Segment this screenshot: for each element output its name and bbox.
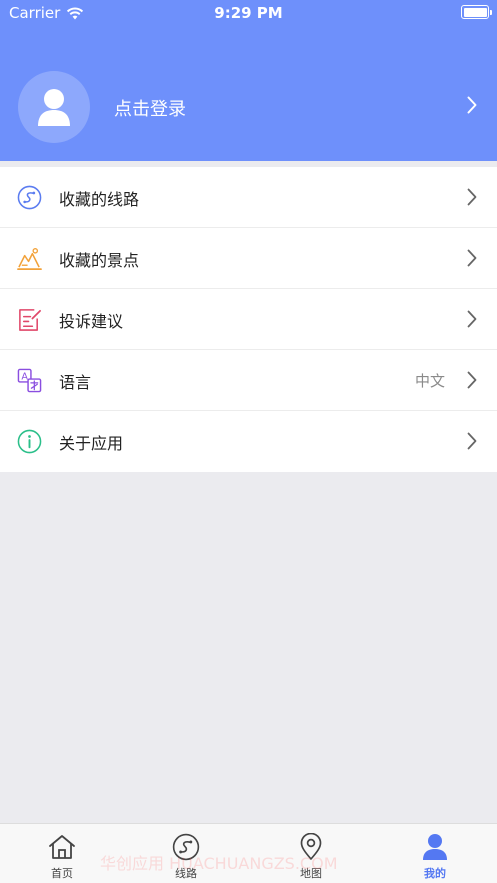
map-pin-icon xyxy=(300,833,322,860)
menu-item-about[interactable]: 关于应用 xyxy=(0,411,497,472)
tab-map[interactable]: 地图 xyxy=(249,824,373,883)
login-row[interactable]: 点击登录 xyxy=(0,68,497,148)
menu-label: 收藏的景点 xyxy=(59,251,140,270)
chevron-right-icon xyxy=(467,249,477,267)
route-icon xyxy=(172,833,200,861)
chevron-right-icon xyxy=(467,188,477,206)
tab-label: 首页 xyxy=(51,867,73,880)
tab-label: 地图 xyxy=(300,867,322,880)
chevron-right-icon xyxy=(467,432,477,450)
route-icon xyxy=(17,185,42,210)
feedback-edit-icon xyxy=(19,309,41,331)
tab-routes[interactable]: 线路 xyxy=(124,824,248,883)
tab-bar: 首页 线路 地图 我的 xyxy=(0,823,497,883)
info-icon xyxy=(17,429,42,454)
menu-item-feedback[interactable]: 投诉建议 xyxy=(0,289,497,350)
battery-icon xyxy=(461,5,492,19)
chevron-right-icon xyxy=(467,371,477,389)
menu-item-favorite-routes[interactable]: 收藏的线路 xyxy=(0,167,497,228)
menu-label: 关于应用 xyxy=(59,434,124,453)
tab-mine[interactable]: 我的 xyxy=(373,824,497,883)
home-icon xyxy=(49,835,75,859)
language-icon: A xyxy=(17,368,42,393)
scenic-spot-icon xyxy=(17,248,42,270)
status-time: 9:29 PM xyxy=(214,4,283,22)
tab-home[interactable]: 首页 xyxy=(0,824,124,883)
menu-list: 收藏的线路 收藏的景点 投诉建议 A 语言 中文 关于应用 xyxy=(0,167,497,472)
chevron-right-icon xyxy=(467,310,477,328)
menu-item-favorite-spots[interactable]: 收藏的景点 xyxy=(0,228,497,289)
menu-item-language[interactable]: A 语言 中文 xyxy=(0,350,497,411)
status-bar: Carrier 9:29 PM xyxy=(0,0,497,26)
tab-label: 我的 xyxy=(424,867,446,880)
tab-label: 线路 xyxy=(175,867,197,880)
menu-label: 收藏的线路 xyxy=(59,190,140,209)
menu-label: 语言 xyxy=(59,373,92,392)
avatar[interactable] xyxy=(18,71,90,143)
profile-header: Carrier 9:29 PM 点击登录 xyxy=(0,0,497,161)
user-icon xyxy=(423,834,447,860)
chevron-right-icon xyxy=(467,96,477,114)
login-label[interactable]: 点击登录 xyxy=(114,95,186,121)
language-value: 中文 xyxy=(414,372,445,390)
user-placeholder-icon xyxy=(38,89,70,126)
menu-label: 投诉建议 xyxy=(59,312,124,331)
